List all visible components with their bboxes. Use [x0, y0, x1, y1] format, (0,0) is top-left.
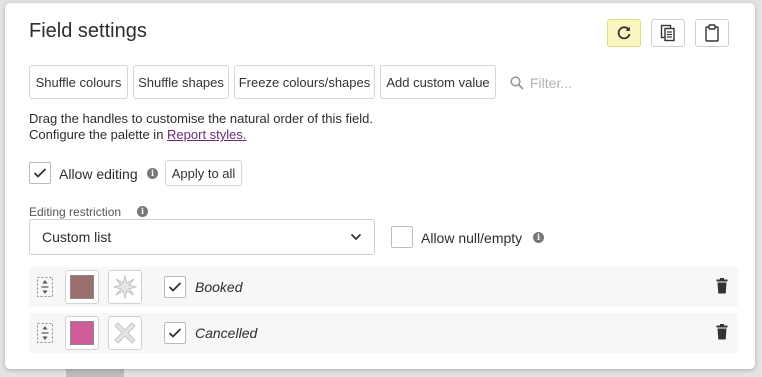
clipboard-icon [705, 24, 719, 42]
color-swatch [70, 275, 94, 299]
shuffle-shapes-button[interactable]: Shuffle shapes [133, 65, 229, 99]
trash-icon[interactable] [716, 324, 728, 340]
description-line-1: Drag the handles to customise the natura… [29, 111, 373, 126]
info-icon: i [137, 206, 148, 217]
value-label: Cancelled [195, 325, 258, 341]
paste-button[interactable] [695, 19, 729, 47]
panel-title: Field settings [29, 20, 147, 42]
allow-editing-label: Allow editing [59, 166, 138, 182]
allow-null-label: Allow null/empty [421, 230, 523, 246]
editing-restriction-label: Editing restriction [29, 205, 122, 219]
copy-icon [660, 24, 675, 42]
shape-button[interactable] [108, 270, 142, 304]
filter-field[interactable] [510, 74, 620, 92]
info-icon: i [533, 232, 544, 243]
search-icon [510, 76, 524, 90]
filter-input[interactable] [530, 75, 610, 91]
color-swatch-button[interactable] [65, 316, 99, 350]
allow-null-checkbox[interactable] [391, 226, 413, 248]
cross-shape-icon [114, 322, 136, 344]
drag-handle-icon[interactable] [36, 276, 54, 298]
editing-restriction-value: Custom list [42, 229, 112, 245]
color-swatch [70, 321, 94, 345]
list-item: Cancelled [29, 313, 738, 353]
info-icon: i [147, 168, 158, 179]
checkmark-icon [168, 282, 182, 292]
description-line-2: Configure the palette in Report styles. [29, 127, 373, 143]
starburst-icon [113, 275, 137, 299]
description-line-2-prefix: Configure the palette in [29, 127, 168, 142]
refresh-icon [617, 26, 631, 40]
drag-handle-icon[interactable] [36, 322, 54, 344]
apply-to-all-button[interactable]: Apply to all [165, 160, 242, 186]
report-styles-link[interactable]: Report styles. [167, 127, 246, 142]
checkmark-icon [168, 328, 182, 338]
shuffle-colours-button[interactable]: Shuffle colours [29, 65, 128, 99]
shape-button[interactable] [108, 316, 142, 350]
value-visible-checkbox[interactable] [164, 276, 186, 298]
value-visible-checkbox[interactable] [164, 322, 186, 344]
trash-icon[interactable] [716, 278, 728, 294]
copy-button[interactable] [651, 19, 685, 47]
checkmark-icon [33, 168, 47, 178]
freeze-colours-shapes-button[interactable]: Freeze colours/shapes [234, 65, 375, 99]
refresh-button[interactable] [607, 19, 641, 47]
color-swatch-button[interactable] [65, 270, 99, 304]
chevron-down-icon [350, 233, 362, 241]
editing-restriction-select[interactable]: Custom list [29, 219, 375, 255]
field-settings-panel: Field settings Shuffle colours Shuffle s… [5, 3, 755, 369]
description: Drag the handles to customise the natura… [29, 111, 373, 143]
list-item: Booked [29, 267, 738, 307]
add-custom-value-button[interactable]: Add custom value [380, 65, 496, 99]
value-label: Booked [195, 279, 243, 295]
allow-editing-checkbox[interactable] [29, 162, 51, 184]
